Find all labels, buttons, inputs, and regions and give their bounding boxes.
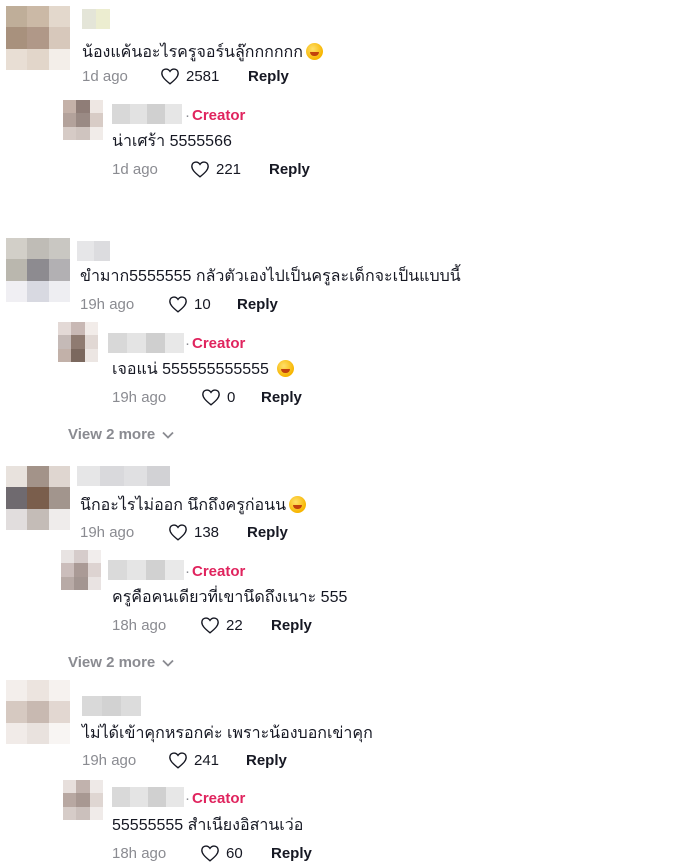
reply-button[interactable]: Reply — [248, 68, 289, 85]
creator-avatar[interactable] — [58, 322, 98, 362]
reply-button[interactable]: Reply — [271, 845, 312, 862]
like-button[interactable]: 0 — [201, 388, 261, 406]
reply-button[interactable]: Reply — [269, 161, 310, 178]
creator-avatar[interactable] — [63, 780, 103, 820]
creator-badge: · Creator — [185, 335, 246, 352]
tears-of-joy-emoji-icon — [289, 496, 307, 513]
creator-badge: · Creator — [185, 563, 246, 580]
heart-icon — [169, 524, 187, 541]
view-more-replies-button[interactable]: View 2 more — [68, 426, 174, 443]
like-button[interactable]: 60 — [200, 844, 271, 862]
comment-meta: 1d ago 2581 Reply — [82, 67, 289, 85]
comment-text: นึกอะไรไม่ออก นึกถึงครูก่อนน — [80, 493, 307, 518]
like-button[interactable]: 10 — [168, 295, 237, 313]
reply-text: เจอแน่ 555555555555 — [112, 357, 294, 382]
like-count: 241 — [194, 751, 220, 769]
creator-avatar[interactable] — [63, 100, 103, 140]
heart-icon — [161, 68, 179, 85]
comment-time: 19h ago — [82, 751, 137, 769]
chevron-down-icon — [162, 659, 174, 667]
reply-button[interactable]: Reply — [237, 296, 278, 313]
avatar[interactable] — [6, 6, 70, 70]
like-count: 2581 — [186, 67, 220, 85]
creator-username-blurred[interactable] — [108, 560, 184, 580]
username-blurred[interactable] — [77, 241, 110, 261]
like-count: 10 — [194, 295, 211, 313]
username-blurred[interactable] — [77, 466, 170, 486]
comment-time: 19h ago — [80, 295, 135, 313]
heart-icon — [169, 296, 187, 313]
reply-button[interactable]: Reply — [261, 389, 302, 406]
comment-meta: 19h ago 10 Reply — [80, 295, 278, 313]
reply-text: น่าเศร้า 5555566 — [112, 133, 232, 150]
like-button[interactable]: 138 — [168, 523, 247, 541]
comment-time: 19h ago — [80, 523, 135, 541]
reply-text: 55555555 สำเนียงอิสานเว่อ — [112, 817, 304, 834]
reply-meta: 19h ago 0 Reply — [112, 388, 302, 406]
reply-text: ครูคือคนเดียวที่เขานึดถึงเนาะ 555 — [112, 589, 348, 606]
creator-username-blurred[interactable] — [112, 104, 182, 124]
reply-time: 18h ago — [112, 844, 167, 862]
reply-meta: 18h ago 60 Reply — [112, 844, 312, 862]
creator-username-blurred[interactable] — [112, 787, 184, 807]
comment-meta: 19h ago 241 Reply — [82, 751, 287, 769]
username-blurred[interactable] — [82, 9, 110, 29]
view-more-replies-button[interactable]: View 2 more — [68, 654, 174, 671]
reply-time: 19h ago — [112, 388, 167, 406]
comment-meta: 19h ago 138 Reply — [80, 523, 288, 541]
like-button[interactable]: 221 — [190, 160, 269, 178]
reply-button[interactable]: Reply — [246, 752, 287, 769]
laughing-emoji-icon — [276, 360, 294, 377]
heart-icon — [201, 845, 219, 862]
reply-time: 18h ago — [112, 616, 167, 634]
rolling-laughing-emoji-icon — [305, 43, 323, 60]
reply-time: 1d ago — [112, 160, 158, 178]
like-button[interactable]: 22 — [200, 616, 271, 634]
like-count: 221 — [216, 160, 242, 178]
comment-text: น้องแค้นอะไรครูจอร์นลู๊กกกกกก — [82, 40, 323, 65]
like-count: 60 — [226, 844, 243, 862]
heart-icon — [169, 752, 187, 769]
like-count: 22 — [226, 616, 243, 634]
like-count: 0 — [227, 388, 236, 406]
like-count: 138 — [194, 523, 220, 541]
username-blurred[interactable] — [82, 696, 142, 716]
creator-badge: · Creator — [185, 790, 246, 807]
avatar[interactable] — [6, 238, 70, 302]
heart-icon — [202, 389, 220, 406]
avatar[interactable] — [6, 680, 70, 744]
reply-button[interactable]: Reply — [247, 524, 288, 541]
avatar[interactable] — [6, 466, 70, 530]
creator-badge: · Creator — [185, 107, 246, 124]
comment-text: ไม่ได้เข้าคุกหรอกค่ะ เพราะน้องบอกเข่าคุก — [82, 725, 373, 742]
like-button[interactable]: 2581 — [160, 67, 248, 85]
comment-text: ขำมาก5555555 กลัวตัวเองไปเป็นครูละเด็กจะ… — [80, 268, 461, 285]
creator-username-blurred[interactable] — [108, 333, 184, 353]
creator-avatar[interactable] — [61, 550, 101, 590]
like-button[interactable]: 241 — [168, 751, 246, 769]
reply-meta: 1d ago 221 Reply — [112, 160, 310, 178]
chevron-down-icon — [162, 431, 174, 439]
reply-meta: 18h ago 22 Reply — [112, 616, 312, 634]
reply-button[interactable]: Reply — [271, 617, 312, 634]
heart-icon — [191, 161, 209, 178]
comment-time: 1d ago — [82, 67, 128, 85]
heart-icon — [201, 617, 219, 634]
